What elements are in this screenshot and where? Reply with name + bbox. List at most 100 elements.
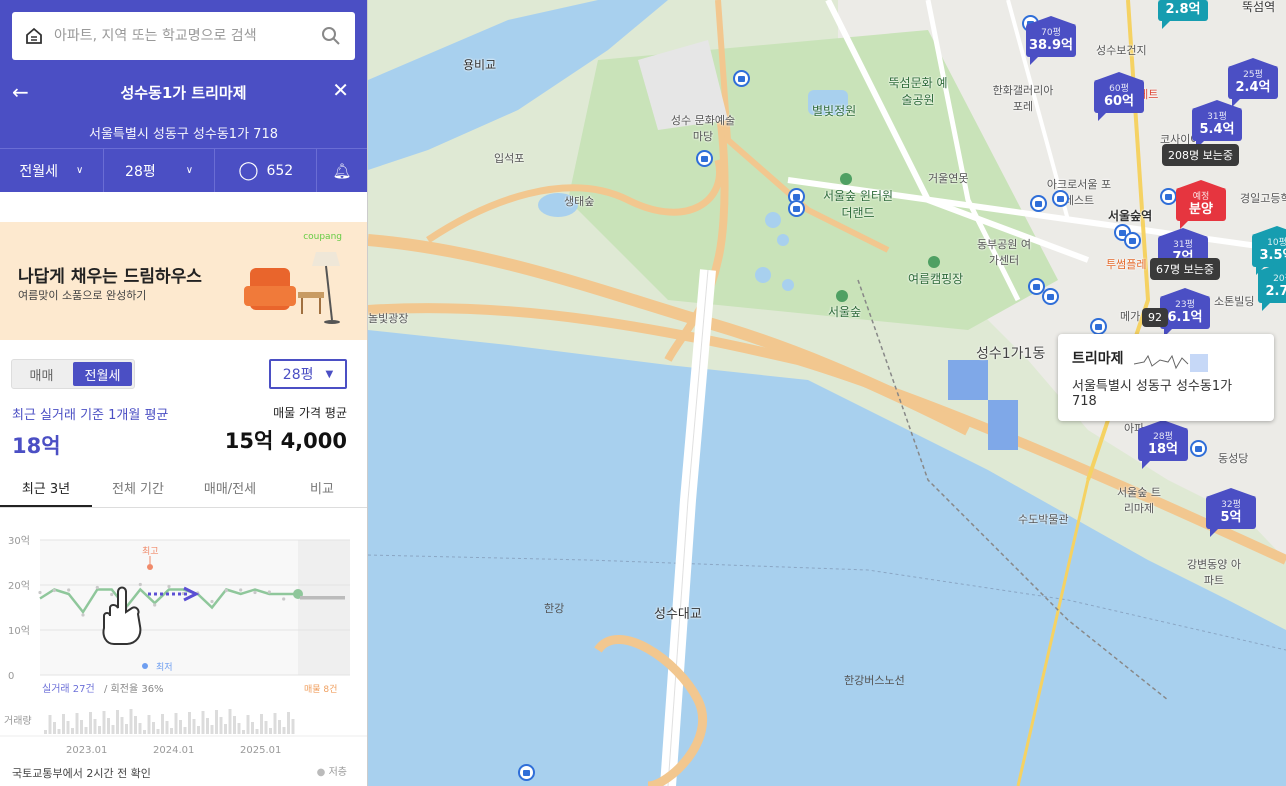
page-title: 성수동1가 트리마제 (120, 84, 247, 102)
volume-bar (260, 714, 263, 734)
volume-bar (255, 729, 259, 734)
size-select[interactable]: 28평 ▼ (269, 359, 347, 389)
listing-marker[interactable]: 25평 2.4억 (1228, 66, 1278, 107)
map-label: 성수보건지 (1096, 44, 1147, 57)
listing-marker[interactable]: 70평 38.9억 (1026, 24, 1076, 65)
tab-all-period[interactable]: 전체 기간 (92, 470, 184, 507)
ad-brand: coupang (303, 232, 342, 242)
deal-point (138, 582, 142, 587)
map-label: 용비교 (463, 58, 497, 72)
complex-popup[interactable]: 트리마제 서울특별시 성동구 성수동1가 718 (1058, 334, 1274, 421)
armchair-image (244, 252, 340, 324)
deal-type-dropdown[interactable]: 전월세 ∨ (0, 149, 104, 192)
map-label: 서울숲 윈터원더랜드 (822, 189, 894, 220)
volume-bar (251, 722, 254, 734)
volume-bar (278, 720, 281, 734)
presale-marker[interactable]: 예정 분양 (1176, 188, 1226, 229)
map-label: 성수1가1동 (976, 346, 1046, 362)
volume-bar (179, 720, 182, 734)
volume-label: 거래량 (4, 715, 32, 727)
triangle-down-icon: ▼ (325, 368, 334, 380)
deal-point (267, 590, 271, 594)
map-label: 별빛정원 (812, 104, 857, 118)
sale-tab[interactable]: 매매 (12, 360, 71, 388)
comment-icon: ◯ (238, 160, 259, 181)
map-label: 한강 (544, 602, 565, 615)
bus-stop-icon[interactable] (1030, 195, 1047, 212)
tab-compare[interactable]: 비교 (276, 470, 367, 507)
volume-bar (219, 717, 223, 734)
map-label: 투썸플레 (1106, 258, 1147, 271)
x-tick-label: 2024.01 (153, 745, 194, 756)
listing-marker[interactable]: 20평2.7억 (1258, 270, 1286, 311)
bus-stop-icon[interactable] (696, 150, 713, 167)
ad-banner[interactable]: coupang 나답게 채우는 드림하우스 여름맞이 소품으로 완성하기 (0, 222, 367, 340)
bus-stop-icon[interactable] (1160, 188, 1177, 205)
tab-recent-3y[interactable]: 최근 3년 (0, 470, 92, 507)
bus-stop-icon[interactable] (1190, 440, 1207, 457)
comments-button[interactable]: ◯ 652 (215, 149, 318, 192)
deal-type-toggle: 매매 전월세 (11, 359, 135, 389)
volume-bar (264, 721, 268, 734)
size-dropdown[interactable]: 28평 ∨ (104, 149, 216, 192)
search-box (12, 12, 355, 60)
x-tick-label: 2025.01 (240, 745, 281, 756)
chart-legend: ● 저층 (316, 767, 347, 778)
rent-tab[interactable]: 전월세 (73, 362, 132, 386)
listing-marker[interactable]: 60평 60억 (1094, 80, 1144, 121)
deal-point (153, 603, 157, 607)
volume-bar (75, 713, 79, 734)
map-label: 메가 (1120, 310, 1141, 323)
park-icon (840, 173, 852, 185)
volume-bar (134, 716, 137, 734)
notification-button[interactable]: 🔔︎ (317, 149, 367, 192)
volume-bar (197, 726, 200, 734)
map-label: 생태숲 (564, 195, 595, 208)
bus-stop-icon[interactable] (1052, 190, 1069, 207)
deal-point (95, 585, 99, 590)
volume-bar (125, 724, 128, 734)
close-icon[interactable]: ✕ (332, 78, 349, 102)
max-label: 최고 (142, 546, 159, 557)
map-label: 놀빛광장 (368, 312, 409, 325)
volume-bar (233, 716, 236, 734)
map-label: 경일고등학교 (1240, 192, 1286, 205)
map-label: 수도박물관 (1018, 513, 1069, 526)
bus-stop-icon[interactable] (1042, 288, 1059, 305)
map[interactable]: 용비교 성수 문화예술마당 뚝섬문화 예술공원 별빛정원 한화갤러리아 포레 성… (368, 0, 1286, 786)
listing-marker[interactable]: 10평3.5억 (1252, 234, 1286, 275)
back-arrow-icon[interactable]: ← (12, 80, 29, 104)
tab-sale-jeonse[interactable]: 매매/전세 (184, 470, 276, 507)
listing-marker[interactable]: 2.8억 (1158, 0, 1208, 29)
search-icon[interactable] (321, 26, 341, 46)
bus-stop-icon[interactable] (788, 200, 805, 217)
data-source: 국토교통부에서 2시간 전 확인 (12, 767, 151, 780)
home-icon[interactable] (24, 26, 44, 46)
search-input[interactable] (54, 28, 334, 44)
turnover-rate: / 회전율 36% (104, 683, 164, 695)
complex-header: ← 성수동1가 트리마제 ✕ 서울특별시 성동구 성수동1가 718 (0, 70, 367, 148)
volume-bar (242, 730, 245, 734)
listing-marker[interactable]: 31평 5.4억 (1192, 108, 1242, 149)
volume-bar (71, 728, 74, 734)
volume-bar (228, 709, 232, 734)
volume-bar (192, 719, 196, 734)
x-tick-label: 2023.01 (66, 745, 107, 756)
listing-marker[interactable]: 32평 5억 (1206, 496, 1256, 537)
volume-bar (269, 728, 272, 734)
bus-stop-icon[interactable] (518, 764, 535, 781)
bus-stop-icon[interactable] (733, 70, 750, 87)
recent-avg-value: 18억 (12, 434, 61, 458)
volume-bar (156, 729, 160, 734)
price-chart[interactable]: 30억 20억 10억 0 최고최저실거래 27건 / 회전율 36% 매물 8건거래량 20… (0, 516, 368, 786)
deal-point (253, 590, 257, 595)
viewer-count-badge: 208명 보는중 (1162, 144, 1239, 166)
deal-point (224, 588, 228, 593)
volume-bar (161, 714, 164, 734)
chart-tabs: 최근 3년 전체 기간 매매/전세 비교 (0, 470, 367, 508)
bus-stop-icon[interactable] (1124, 232, 1141, 249)
deal-point (282, 597, 286, 601)
bus-stop-icon[interactable] (1090, 318, 1107, 335)
chevron-down-icon: ∨ (76, 165, 84, 176)
listing-marker-trimage[interactable]: 28평 18억 (1138, 428, 1188, 469)
